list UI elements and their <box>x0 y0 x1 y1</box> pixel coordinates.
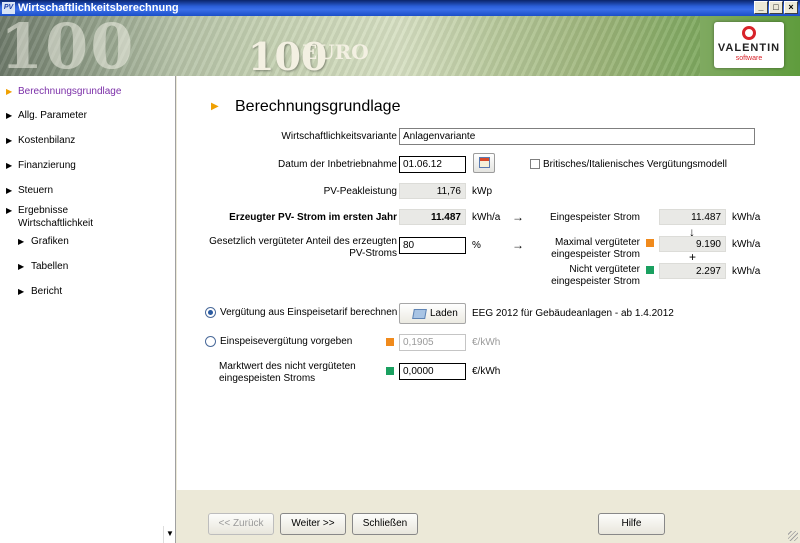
sidebar-item-bericht[interactable]: ▶ Bericht <box>0 285 176 299</box>
triangle-right-icon: ▶ <box>6 206 13 215</box>
load-tariff-button[interactable]: Laden <box>399 303 466 324</box>
peak-label: PV-Peakleistung <box>323 186 397 197</box>
non-paid-label: Nicht vergüteter eingespeister Strom <box>551 264 640 287</box>
triangle-right-icon: ▶ <box>6 186 13 195</box>
sidebar-item-berechnungsgrundlage[interactable]: ▶ Berechnungsgrundlage <box>0 85 176 99</box>
variant-label: Wirtschaftlichkeitsvariante <box>281 131 397 142</box>
green-marker-icon <box>386 367 394 375</box>
next-button[interactable]: Weiter >> <box>280 513 346 535</box>
folder-icon <box>412 309 427 319</box>
british-model-label: Britisches/Italienisches Vergütungsmodel… <box>543 159 727 170</box>
yield-unit: kWh/a <box>472 212 501 223</box>
logo-name: VALENTIN <box>717 42 781 54</box>
page-title: Berechnungsgrundlage <box>235 98 401 115</box>
sidebar-item-steuern[interactable]: ▶ Steuern <box>0 184 176 198</box>
market-value-label: Marktwert des nicht vergüteten eingespei… <box>219 361 356 384</box>
sidebar-item-label: Allg. Parameter <box>18 110 87 121</box>
help-button[interactable]: Hilfe <box>598 513 665 535</box>
manual-tariff-input[interactable]: 0,1905 <box>399 334 466 351</box>
app-icon: PV <box>2 2 15 14</box>
date-label: Datum der Inbetriebnahme <box>278 159 397 170</box>
sidebar-item-tabellen[interactable]: ▶ Tabellen <box>0 260 176 274</box>
sidebar-item-label: Grafiken <box>31 236 69 247</box>
max-paid-label: Maximal vergüteter eingespeister Strom <box>551 237 640 260</box>
sidebar-item-label: Ergebnisse Wirtschaftlichkeit <box>18 205 94 229</box>
window-controls: _ □ × <box>754 1 798 14</box>
arrow-right-icon: → <box>512 210 524 224</box>
british-model-checkbox[interactable] <box>530 159 540 169</box>
yield-label: Erzeugter PV- Strom im ersten Jahr <box>229 212 397 223</box>
sidebar-item-label: Tabellen <box>31 261 69 272</box>
logo-mark-icon <box>742 26 756 40</box>
orange-marker-icon <box>386 338 394 346</box>
non-paid-unit: kWh/a <box>732 266 761 277</box>
peak-unit: kWp <box>472 186 492 197</box>
sidebar-item-label: Finanzierung <box>18 160 76 171</box>
maximize-button[interactable]: □ <box>769 1 783 14</box>
triangle-right-icon: ▶ <box>18 237 25 246</box>
title-bar: PV Wirtschaftlichkeitsberechnung _ □ × <box>0 0 800 16</box>
close-button[interactable]: × <box>784 1 798 14</box>
arrow-right-icon: → <box>512 238 524 252</box>
close-dialog-button[interactable]: Schließen <box>352 513 418 535</box>
manual-tariff-unit: €/kWh <box>472 337 501 348</box>
sidebar-item-kostenbilanz[interactable]: ▶ Kostenbilanz <box>0 134 176 148</box>
sidebar-item-ergebnisse[interactable]: ▶ Ergebnisse Wirtschaftlichkeit <box>0 204 176 230</box>
sidebar-item-finanzierung[interactable]: ▶ Finanzierung <box>0 159 176 173</box>
scroll-down-icon[interactable]: ▼ <box>166 529 174 538</box>
fed-unit: kWh/a <box>732 212 761 223</box>
triangle-right-icon: ▶ <box>18 262 25 271</box>
heading-arrow-icon: ▶ <box>211 101 219 112</box>
fed-value: 11.487 <box>659 209 726 225</box>
calendar-icon <box>479 157 490 168</box>
sidebar-item-label: Bericht <box>31 286 63 297</box>
calendar-button[interactable] <box>473 153 495 173</box>
banknote-numeral: 100 <box>0 16 136 76</box>
window-title: Wirtschaftlichkeitsberechnung <box>18 2 179 14</box>
logo-subtitle: software <box>735 55 763 62</box>
triangle-right-icon: ▶ <box>6 87 13 96</box>
triangle-right-icon: ▶ <box>6 111 13 120</box>
valentin-logo: VALENTIN software <box>714 22 784 68</box>
peak-value: 11,76 <box>399 183 466 199</box>
yield-value: 11.487 <box>399 209 466 225</box>
back-button[interactable]: << Zurück <box>208 513 274 535</box>
date-input[interactable]: 01.06.12 <box>399 156 466 173</box>
market-value-input[interactable]: 0,0000 <box>399 363 466 380</box>
tariff-radio[interactable] <box>205 307 216 318</box>
sidebar-scrollbar[interactable]: ▼ <box>163 526 175 543</box>
banknote-currency: EURO <box>302 40 369 64</box>
triangle-right-icon: ▶ <box>18 287 25 296</box>
max-paid-unit: kWh/a <box>732 239 761 250</box>
load-button-label: Laden <box>430 308 458 319</box>
non-paid-value: 2.297 <box>659 263 726 279</box>
share-unit: % <box>472 240 481 251</box>
sidebar-item-label: Kostenbilanz <box>18 135 76 146</box>
triangle-right-icon: ▶ <box>6 136 13 145</box>
minimize-button[interactable]: _ <box>754 1 768 14</box>
manual-radio-label: Einspeisevergütung vorgeben <box>220 336 353 347</box>
sidebar-item-allg-parameter[interactable]: ▶ Allg. Parameter <box>0 109 176 123</box>
tariff-name: EEG 2012 für Gebäudeanlagen - ab 1.4.201… <box>472 308 674 319</box>
tariff-radio-label: Vergütung aus Einspeisetarif berechnen <box>220 307 398 318</box>
manual-radio[interactable] <box>205 336 216 347</box>
orange-marker-icon <box>646 239 654 247</box>
green-marker-icon <box>646 266 654 274</box>
triangle-right-icon: ▶ <box>6 161 13 170</box>
variant-input[interactable]: Anlagenvariante <box>399 128 755 145</box>
sidebar-item-label: Steuern <box>18 185 54 196</box>
share-input[interactable]: 80 <box>399 237 466 254</box>
fed-label: Eingespeister Strom <box>549 212 640 223</box>
header-banner: 100 100 EURO VALENTIN software <box>0 16 800 76</box>
plus-icon: + <box>689 250 697 264</box>
sidebar-item-label: Berechnungsgrundlage <box>18 86 122 97</box>
resize-grip-icon[interactable] <box>788 531 798 541</box>
market-value-unit: €/kWh <box>472 366 501 377</box>
share-label: Gesetzlich vergüteter Anteil des erzeugt… <box>209 236 397 259</box>
sidebar-item-grafiken[interactable]: ▶ Grafiken <box>0 235 176 249</box>
navigation-sidebar: ▶ Berechnungsgrundlage ▶ Allg. Parameter… <box>0 76 176 543</box>
